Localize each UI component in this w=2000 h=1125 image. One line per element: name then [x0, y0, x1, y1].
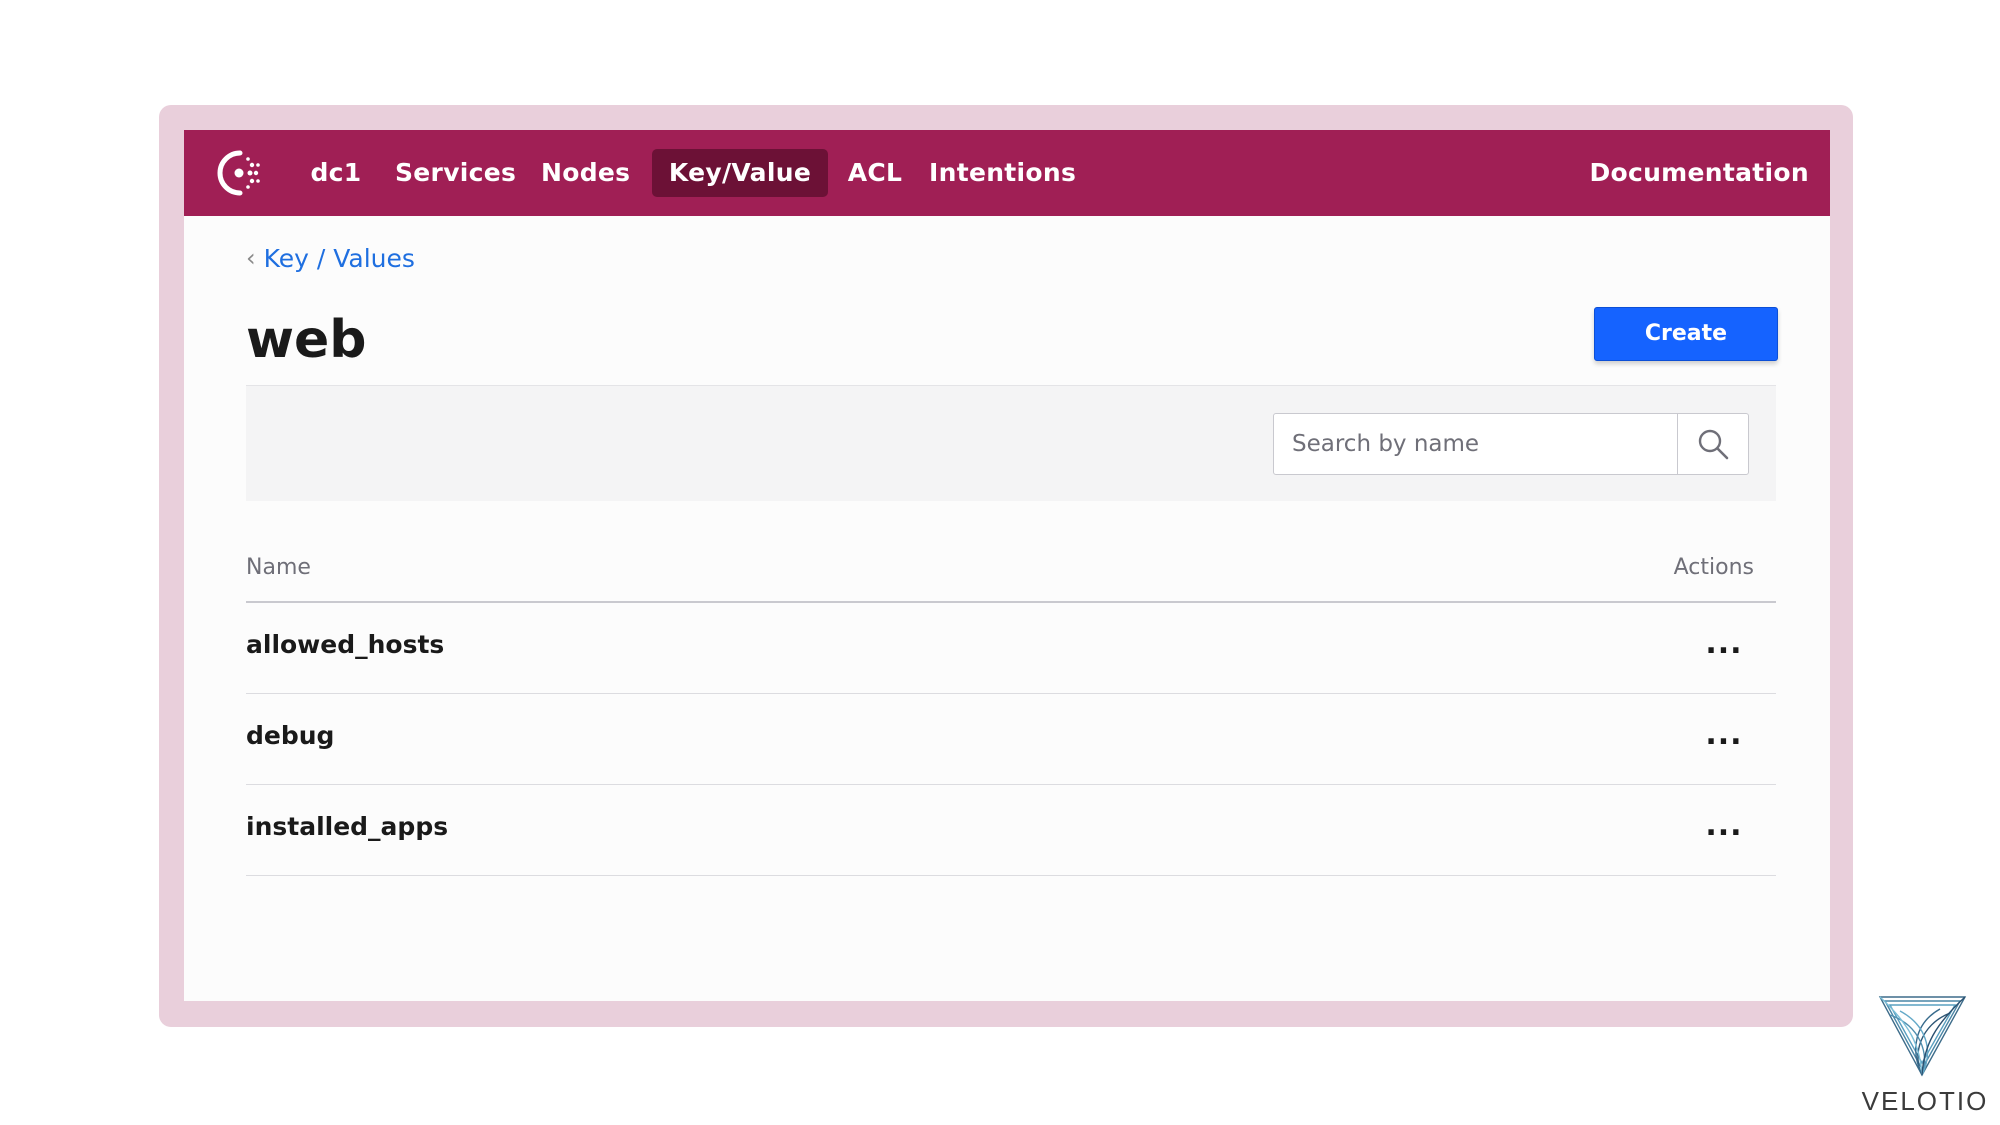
- nav-item-acl[interactable]: ACL: [845, 149, 905, 197]
- filter-bar: [246, 385, 1776, 501]
- more-actions-icon[interactable]: ...: [1702, 803, 1746, 847]
- velotio-wordmark: VELOTIO: [1861, 1086, 1989, 1116]
- more-actions-icon[interactable]: ...: [1702, 712, 1746, 756]
- search-icon: [1698, 429, 1729, 460]
- row-name-link[interactable]: allowed_hosts: [246, 630, 444, 659]
- nav-item-key-value[interactable]: Key/Value: [652, 149, 828, 197]
- column-header-actions: Actions: [1673, 555, 1754, 580]
- row-name-link[interactable]: debug: [246, 721, 334, 750]
- nav-item-nodes[interactable]: Nodes: [541, 149, 630, 197]
- nav-item-intentions[interactable]: Intentions: [929, 149, 1076, 197]
- nav-item-services[interactable]: Services: [395, 149, 516, 197]
- nav-item-documentation[interactable]: Documentation: [1579, 149, 1809, 197]
- search-button[interactable]: [1677, 414, 1748, 474]
- consul-logo-icon[interactable]: [214, 149, 266, 197]
- table-row[interactable]: installed_apps ...: [246, 785, 1776, 876]
- search-input[interactable]: [1274, 414, 1679, 474]
- app-window: dc1 Services Nodes Key/Value ACL Intenti…: [184, 130, 1830, 1001]
- table-row[interactable]: debug ...: [246, 694, 1776, 785]
- datacenter-selector[interactable]: dc1: [308, 149, 364, 197]
- top-navigation: dc1 Services Nodes Key/Value ACL Intenti…: [184, 130, 1830, 216]
- more-actions-icon[interactable]: ...: [1702, 621, 1746, 665]
- table-row[interactable]: allowed_hosts ...: [246, 603, 1776, 694]
- kv-table: Name Actions allowed_hosts ... debug ...…: [246, 535, 1776, 876]
- search-box: [1273, 413, 1749, 475]
- row-name-link[interactable]: installed_apps: [246, 812, 448, 841]
- page-title: web: [246, 310, 367, 370]
- chevron-left-icon: ‹: [246, 244, 256, 272]
- create-button[interactable]: Create: [1594, 307, 1778, 361]
- column-header-name: Name: [246, 555, 311, 580]
- page: dc1 Services Nodes Key/Value ACL Intenti…: [0, 0, 2000, 1125]
- breadcrumb-link[interactable]: Key / Values: [264, 244, 415, 273]
- breadcrumb[interactable]: ‹ Key / Values: [246, 238, 415, 278]
- table-header: Name Actions: [246, 535, 1776, 603]
